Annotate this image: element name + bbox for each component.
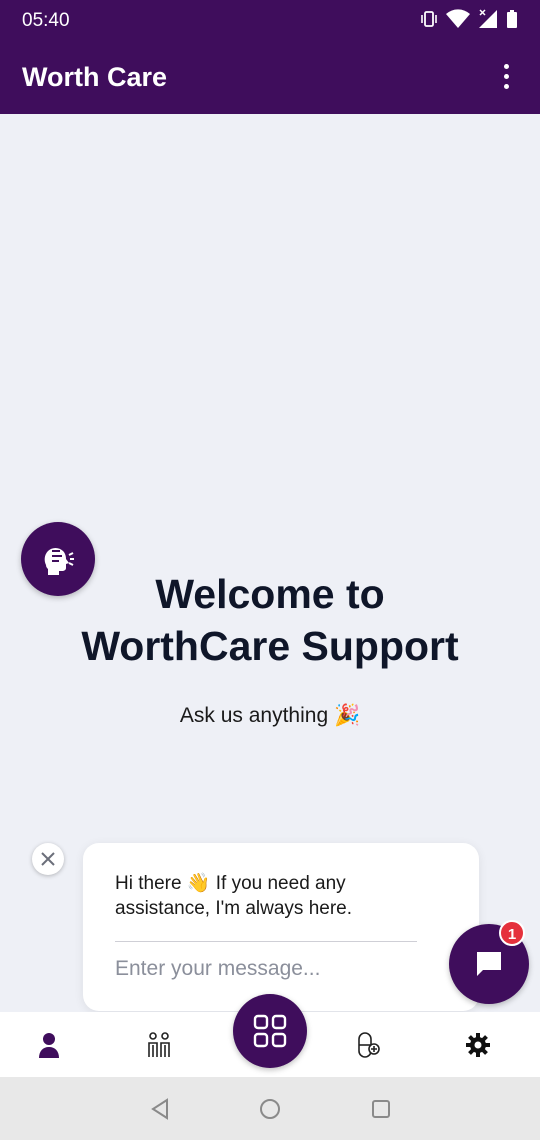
system-recents-button[interactable] bbox=[369, 1097, 393, 1121]
system-back-button[interactable] bbox=[148, 1097, 172, 1121]
system-nav-bar bbox=[0, 1077, 540, 1140]
app-bar: Worth Care bbox=[0, 40, 540, 114]
more-options-icon[interactable] bbox=[498, 64, 514, 92]
welcome-title: Welcome to WorthCare Support bbox=[0, 568, 540, 672]
welcome-line-2: WorthCare Support bbox=[81, 623, 459, 669]
nav-profile[interactable] bbox=[34, 1030, 64, 1060]
pill-icon bbox=[358, 1032, 380, 1058]
nav-settings[interactable] bbox=[463, 1030, 493, 1060]
welcome-line-1: Welcome to bbox=[155, 571, 385, 617]
battery-icon bbox=[507, 10, 517, 28]
vibrate-icon bbox=[421, 11, 437, 27]
chat-divider bbox=[115, 941, 417, 942]
unread-badge: 1 bbox=[499, 920, 525, 946]
system-home-button[interactable] bbox=[258, 1097, 282, 1121]
app-title: Worth Care bbox=[22, 62, 168, 92]
chat-message-input[interactable] bbox=[115, 957, 415, 981]
wifi-icon bbox=[446, 9, 470, 28]
family-icon bbox=[148, 1032, 170, 1057]
nav-dashboard-button[interactable] bbox=[233, 994, 307, 1068]
nav-family[interactable] bbox=[144, 1030, 174, 1060]
home-circle-icon bbox=[260, 1099, 280, 1119]
close-icon bbox=[41, 852, 55, 866]
signal-icon bbox=[479, 9, 497, 28]
close-chat-popup-button[interactable] bbox=[32, 843, 64, 875]
status-time: 05:40 bbox=[22, 10, 70, 31]
nav-medication[interactable] bbox=[352, 1030, 382, 1060]
grid-icon bbox=[253, 1014, 287, 1048]
chat-popup: Hi there 👋 If you need any assistance, I… bbox=[83, 843, 479, 1011]
chat-bubble-icon bbox=[477, 952, 501, 976]
status-icons bbox=[420, 9, 518, 29]
status-bar: 05:40 bbox=[0, 0, 540, 40]
chat-greeting: Hi there 👋 If you need any assistance, I… bbox=[115, 873, 352, 919]
person-icon bbox=[39, 1033, 59, 1058]
recents-square-icon bbox=[372, 1100, 390, 1118]
gear-icon bbox=[466, 1033, 490, 1057]
welcome-subtitle: Ask us anything 🎉 bbox=[179, 704, 361, 727]
back-triangle-icon bbox=[151, 1098, 168, 1120]
